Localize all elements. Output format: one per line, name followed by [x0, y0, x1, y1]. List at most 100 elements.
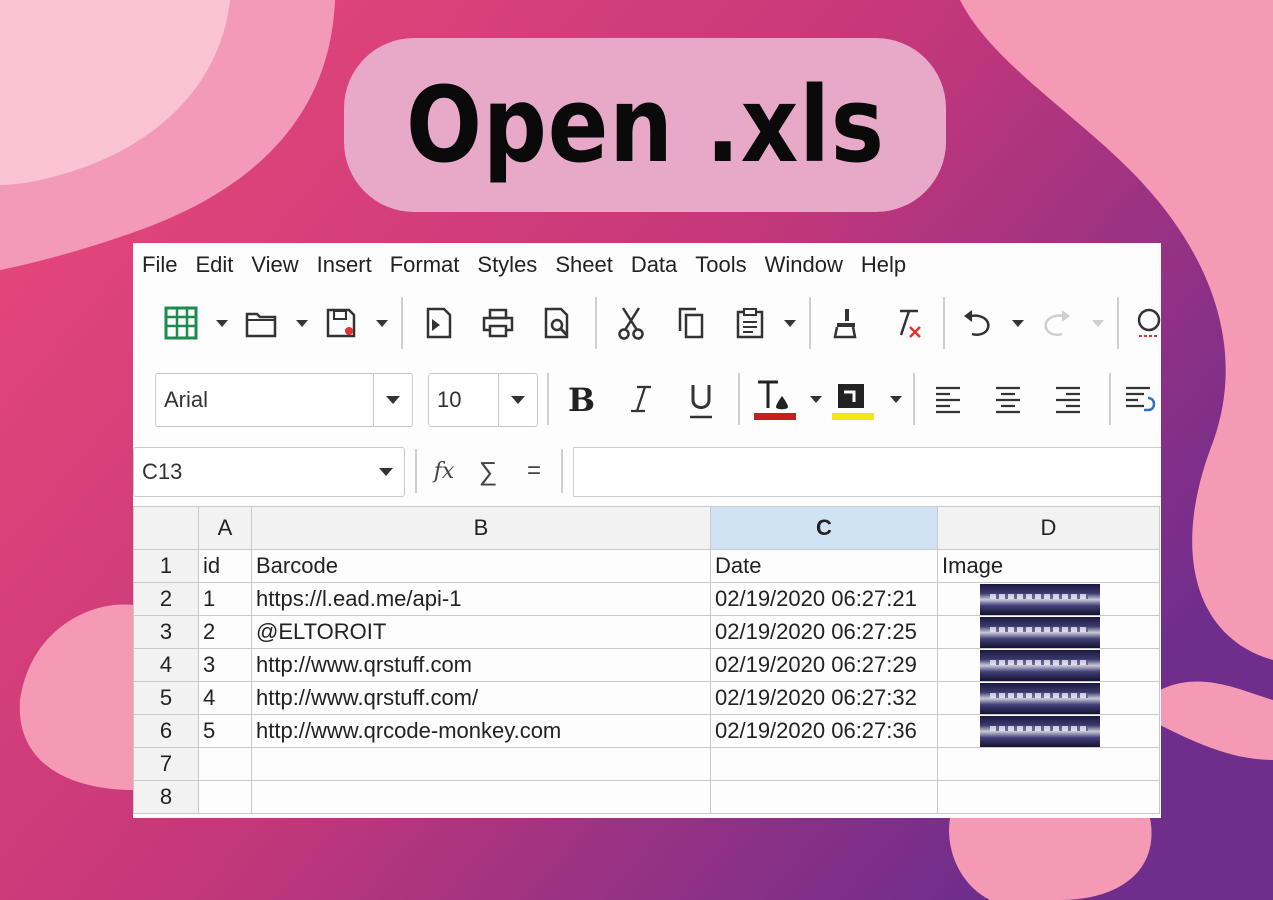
cell-d[interactable]	[937, 714, 1160, 748]
paste-icon[interactable]	[730, 303, 770, 343]
cell-b[interactable]: https://l.ead.me/api-1	[251, 582, 711, 616]
cell-c[interactable]: 02/19/2020 06:27:21	[710, 582, 938, 616]
underline-icon[interactable]	[681, 379, 721, 423]
row-header[interactable]: 2	[133, 582, 199, 616]
save-dropdown-icon[interactable]	[375, 317, 389, 331]
formula-input[interactable]	[573, 447, 1161, 497]
cell-c[interactable]	[710, 780, 938, 814]
redo-dropdown-icon[interactable]	[1091, 317, 1105, 331]
cell-b[interactable]	[251, 780, 711, 814]
highlight-color-icon[interactable]	[829, 377, 877, 423]
menu-help[interactable]: Help	[852, 252, 915, 278]
cell-c[interactable]: 02/19/2020 06:27:36	[710, 714, 938, 748]
spreadsheet-icon[interactable]	[161, 303, 201, 343]
menu-sheet[interactable]: Sheet	[546, 252, 622, 278]
cell-d[interactable]: Image	[937, 549, 1160, 583]
new-dropdown-icon[interactable]	[215, 317, 229, 331]
menu-tools[interactable]: Tools	[686, 252, 755, 278]
open-folder-icon[interactable]	[241, 303, 281, 343]
barcode-image-thumbnail[interactable]	[980, 584, 1100, 615]
redo-icon[interactable]	[1037, 303, 1077, 343]
column-header-b[interactable]: B	[251, 506, 711, 550]
cell-a[interactable]: 1	[198, 582, 252, 616]
cell-a[interactable]: 4	[198, 681, 252, 715]
cell-c[interactable]: Date	[710, 549, 938, 583]
menu-styles[interactable]: Styles	[468, 252, 546, 278]
row-header[interactable]: 1	[133, 549, 199, 583]
cell-c[interactable]	[710, 747, 938, 781]
clone-formatting-icon[interactable]	[825, 303, 865, 343]
align-right-icon[interactable]	[1048, 379, 1088, 419]
column-header-a[interactable]: A	[198, 506, 252, 550]
undo-dropdown-icon[interactable]	[1011, 317, 1025, 331]
row-header[interactable]: 6	[133, 714, 199, 748]
barcode-image-thumbnail[interactable]	[980, 716, 1100, 747]
save-icon[interactable]	[321, 303, 361, 343]
wrap-text-icon[interactable]	[1123, 379, 1161, 419]
italic-icon[interactable]	[621, 379, 661, 419]
font-name-box[interactable]: Arial	[155, 373, 413, 427]
cell-b[interactable]: http://www.qrcode-monkey.com	[251, 714, 711, 748]
cell-c[interactable]: 02/19/2020 06:27:29	[710, 648, 938, 682]
cell-c[interactable]: 02/19/2020 06:27:32	[710, 681, 938, 715]
cell-d[interactable]	[937, 648, 1160, 682]
menu-view[interactable]: View	[242, 252, 307, 278]
name-box[interactable]: C13	[133, 447, 405, 497]
barcode-image-thumbnail[interactable]	[980, 683, 1100, 714]
row-header[interactable]: 3	[133, 615, 199, 649]
font-color-icon[interactable]	[751, 377, 799, 423]
cell-d[interactable]	[937, 615, 1160, 649]
cell-b[interactable]: @ELTOROIT	[251, 615, 711, 649]
align-left-icon[interactable]	[928, 379, 968, 419]
row-header[interactable]: 4	[133, 648, 199, 682]
column-header-d[interactable]: D	[937, 506, 1160, 550]
cell-d[interactable]	[937, 747, 1160, 781]
cell-b[interactable]: Barcode	[251, 549, 711, 583]
menu-window[interactable]: Window	[756, 252, 852, 278]
cell-c[interactable]: 02/19/2020 06:27:25	[710, 615, 938, 649]
select-all-corner[interactable]	[133, 506, 199, 550]
align-center-icon[interactable]	[988, 379, 1028, 419]
cell-a[interactable]: id	[198, 549, 252, 583]
undo-icon[interactable]	[957, 303, 997, 343]
paste-dropdown-icon[interactable]	[783, 317, 797, 331]
chevron-down-icon[interactable]	[498, 374, 537, 426]
function-wizard-icon[interactable]: fx	[427, 451, 461, 491]
cell-d[interactable]	[937, 681, 1160, 715]
cell-b[interactable]: http://www.qrstuff.com/	[251, 681, 711, 715]
font-size-box[interactable]: 10	[428, 373, 538, 427]
row-header[interactable]: 5	[133, 681, 199, 715]
column-header-c[interactable]: C	[710, 506, 938, 550]
find-icon[interactable]	[1131, 303, 1161, 343]
barcode-image-thumbnail[interactable]	[980, 617, 1100, 648]
menu-edit[interactable]: Edit	[186, 252, 242, 278]
print-preview-icon[interactable]	[537, 303, 577, 343]
sum-icon[interactable]: ∑	[471, 451, 505, 491]
cell-b[interactable]: http://www.qrstuff.com	[251, 648, 711, 682]
barcode-image-thumbnail[interactable]	[980, 650, 1100, 681]
formula-equals-icon[interactable]: =	[517, 451, 551, 491]
highlight-dropdown-icon[interactable]	[889, 393, 903, 407]
cell-d[interactable]	[937, 582, 1160, 616]
cell-a[interactable]	[198, 780, 252, 814]
export-pdf-icon[interactable]	[418, 303, 458, 343]
menu-file[interactable]: File	[133, 252, 186, 278]
cell-a[interactable]: 5	[198, 714, 252, 748]
chevron-down-icon[interactable]	[368, 448, 404, 496]
clear-formatting-icon[interactable]	[885, 303, 929, 343]
cell-b[interactable]	[251, 747, 711, 781]
copy-icon[interactable]	[671, 303, 711, 343]
cut-icon[interactable]	[611, 303, 651, 343]
row-header[interactable]: 8	[133, 780, 199, 814]
bold-icon[interactable]: B	[561, 379, 601, 419]
print-icon[interactable]	[478, 303, 518, 343]
cell-a[interactable]	[198, 747, 252, 781]
open-dropdown-icon[interactable]	[295, 317, 309, 331]
row-header[interactable]: 7	[133, 747, 199, 781]
cell-a[interactable]: 2	[198, 615, 252, 649]
menu-insert[interactable]: Insert	[308, 252, 381, 278]
font-color-dropdown-icon[interactable]	[809, 393, 823, 407]
cell-a[interactable]: 3	[198, 648, 252, 682]
menu-format[interactable]: Format	[381, 252, 469, 278]
chevron-down-icon[interactable]	[373, 374, 412, 426]
